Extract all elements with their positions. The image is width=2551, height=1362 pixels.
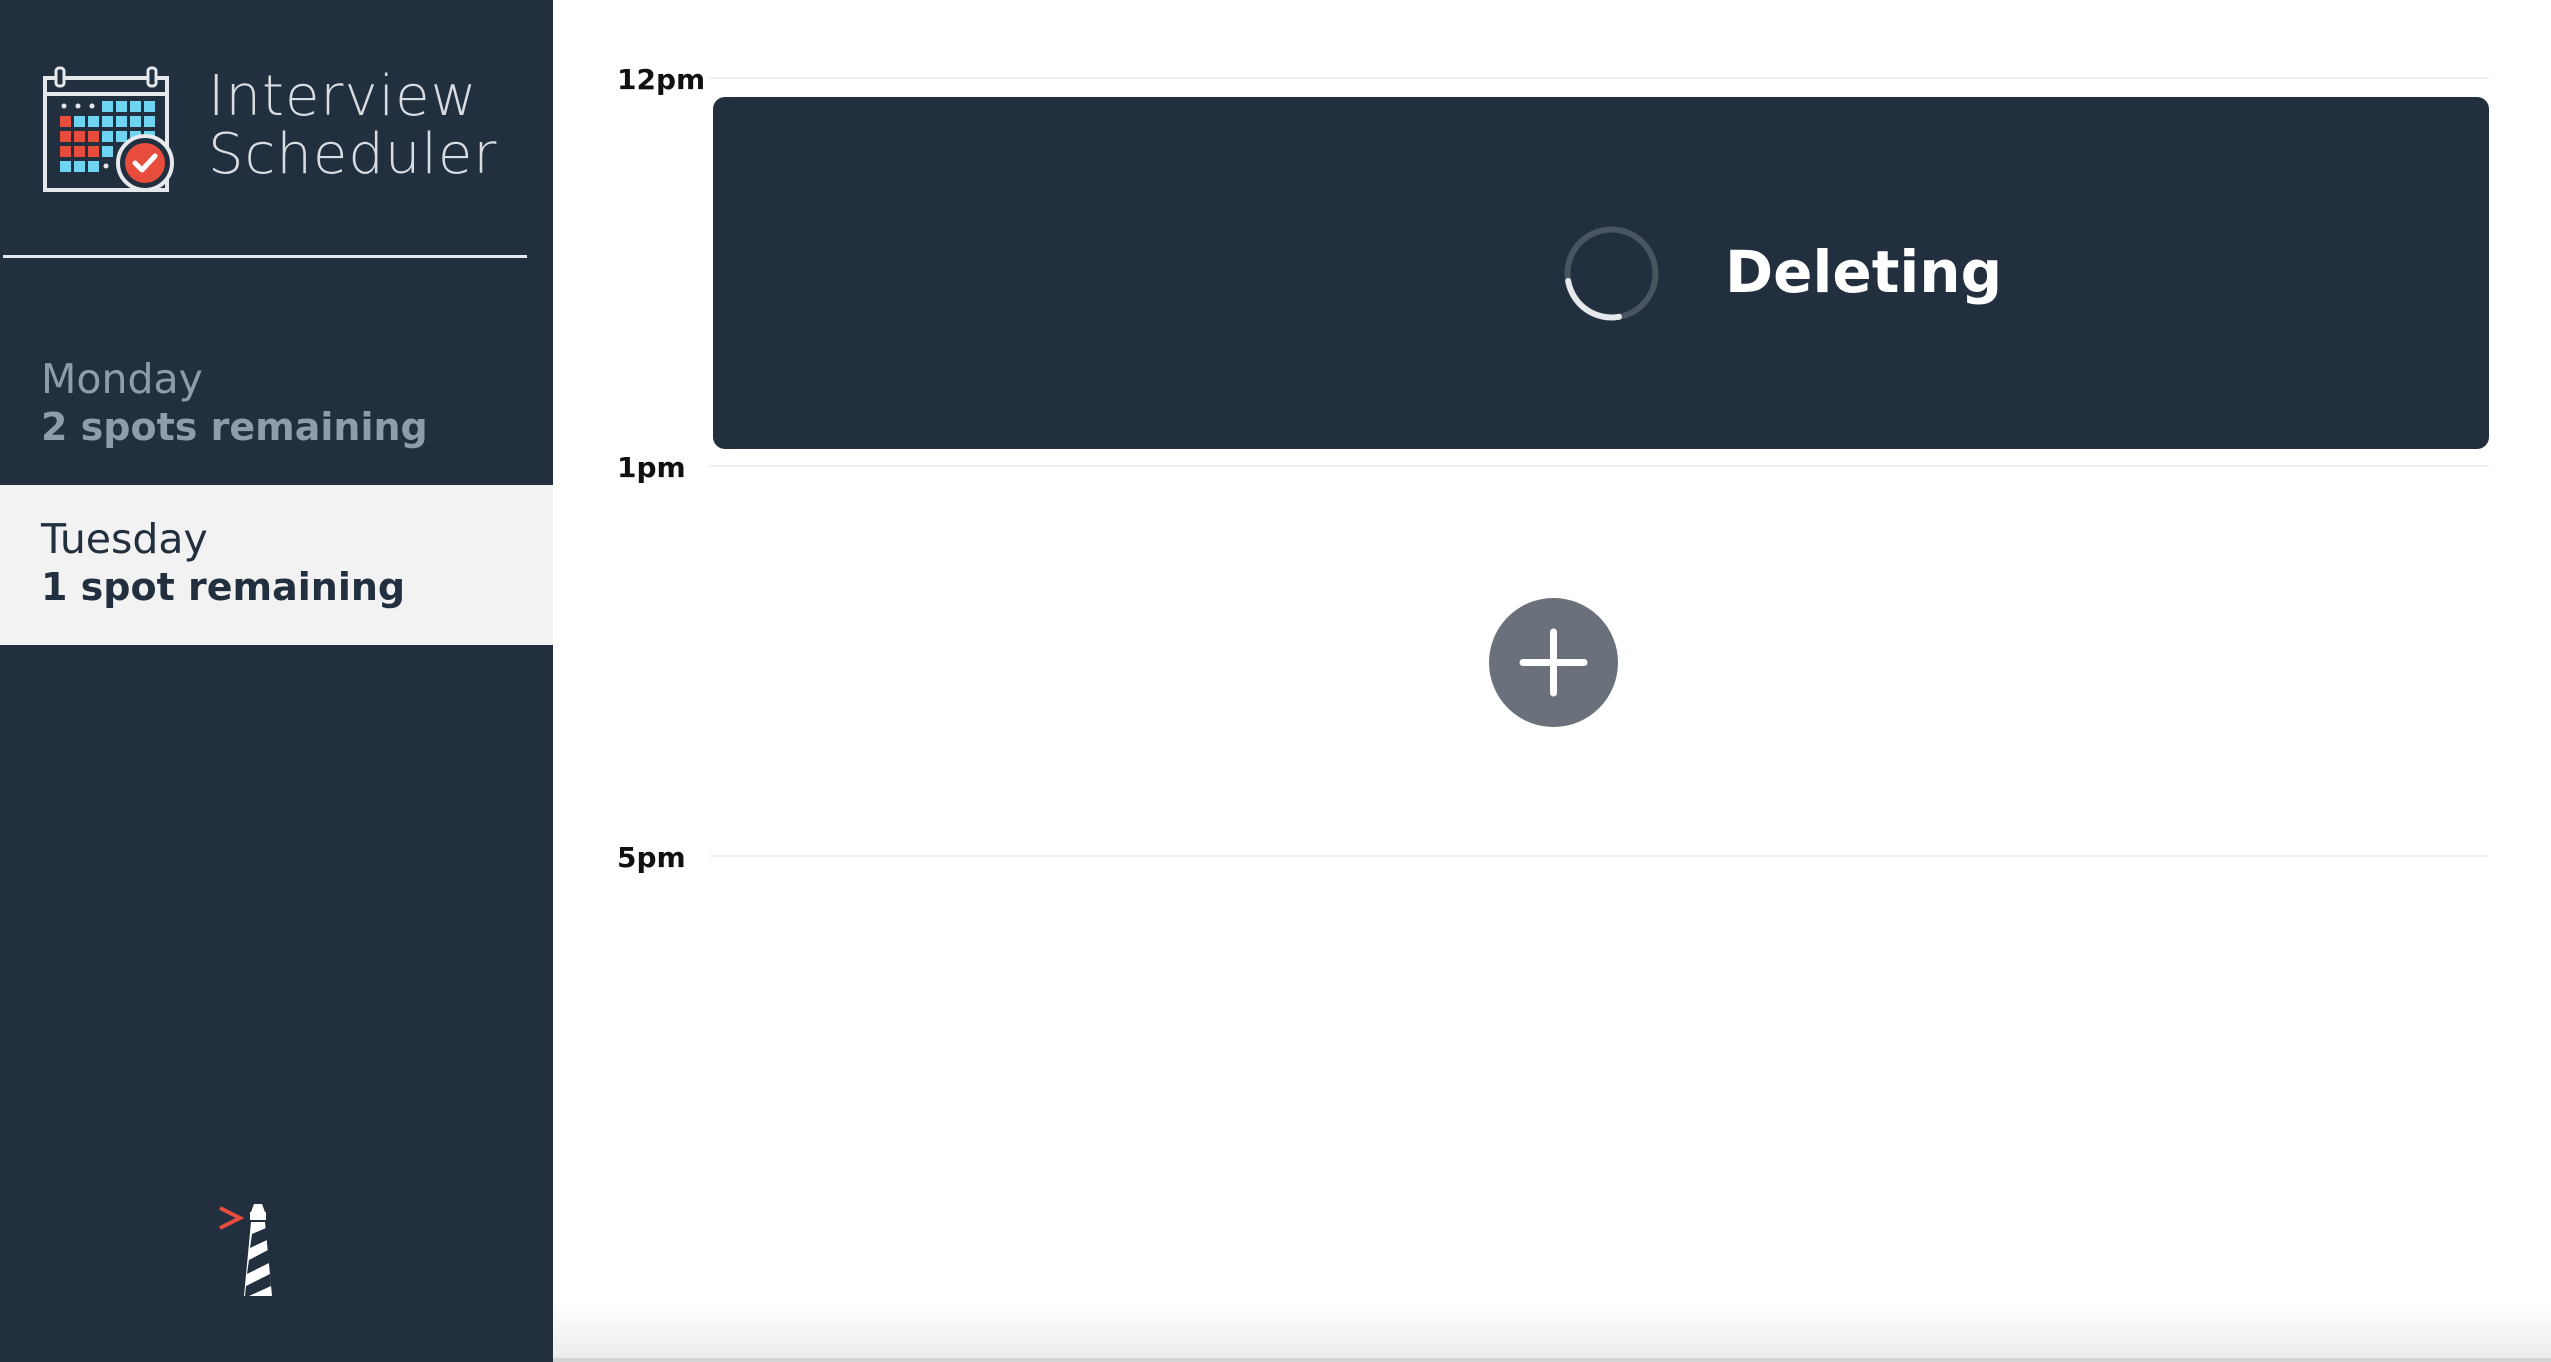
add-appointment-button[interactable] bbox=[1489, 598, 1618, 727]
time-divider-12pm bbox=[709, 77, 2489, 79]
app-title: Interview Scheduler bbox=[208, 68, 497, 184]
app-title-line2: Scheduler bbox=[208, 122, 498, 187]
time-label-5pm: 5pm bbox=[617, 841, 686, 874]
schedule: 12pm Deleting 1pm 5pm bbox=[553, 0, 2551, 1362]
appointment-status-card: Deleting bbox=[713, 97, 2489, 449]
sidebar-day-monday[interactable]: Monday 2 spots remaining bbox=[0, 325, 553, 485]
time-label-12pm: 12pm bbox=[617, 63, 706, 96]
time-divider-1pm bbox=[709, 465, 2489, 467]
sidebar-day-tuesday[interactable]: Tuesday 1 spot remaining bbox=[0, 485, 553, 645]
status-message: Deleting bbox=[1725, 238, 2003, 306]
plus-icon bbox=[1519, 628, 1588, 697]
time-label-1pm: 1pm bbox=[617, 451, 686, 484]
time-divider-5pm bbox=[709, 855, 2489, 857]
day-name: Monday bbox=[41, 355, 203, 403]
sidebar: Interview Scheduler Monday 2 spots remai… bbox=[0, 0, 553, 1362]
app-title-line1: Interview bbox=[208, 64, 478, 129]
day-name: Tuesday bbox=[41, 515, 208, 563]
lighthouse-icon bbox=[219, 1204, 272, 1296]
day-spots-remaining: 1 spot remaining bbox=[41, 565, 406, 609]
calendar-check-icon bbox=[43, 66, 174, 192]
sidebar-divider bbox=[3, 255, 527, 258]
app-logo: Interview Scheduler bbox=[42, 66, 496, 196]
loading-spinner-icon bbox=[1564, 226, 1659, 321]
bottom-shade bbox=[553, 1302, 2551, 1362]
bottom-edge bbox=[553, 1358, 2551, 1362]
day-spots-remaining: 2 spots remaining bbox=[41, 405, 428, 449]
app: Interview Scheduler Monday 2 spots remai… bbox=[0, 0, 2551, 1362]
